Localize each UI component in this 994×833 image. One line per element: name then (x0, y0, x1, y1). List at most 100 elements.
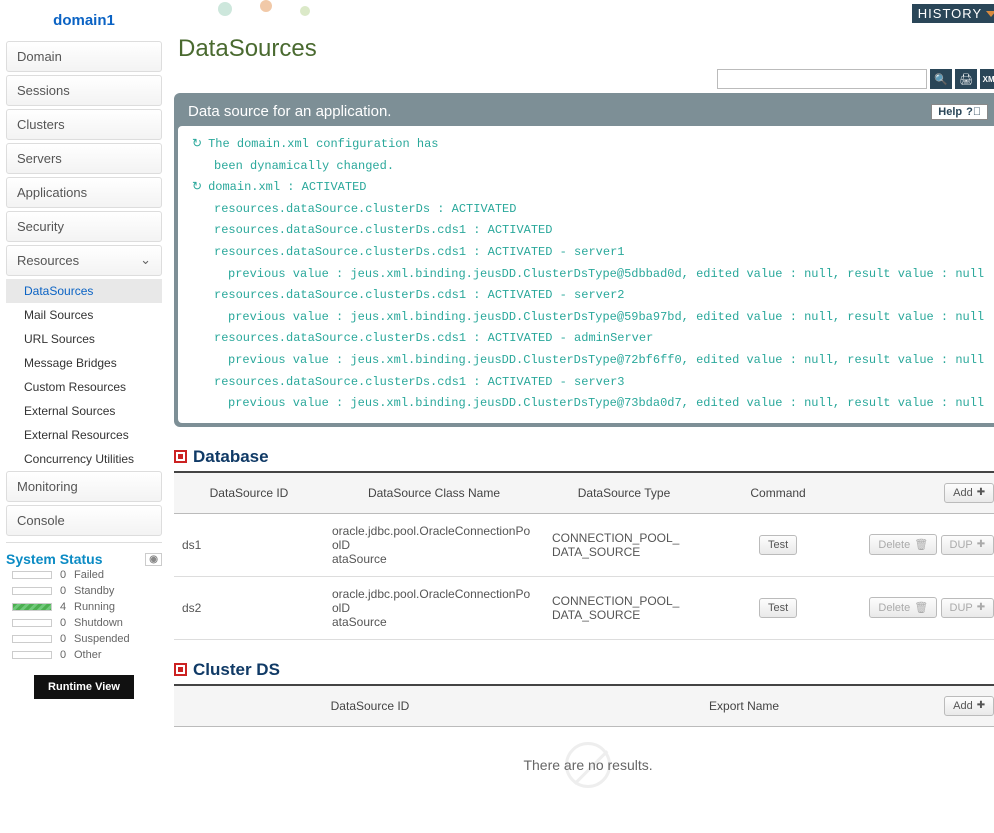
delete-icon: 🗑 (914, 601, 928, 614)
nav-sessions[interactable]: Sessions (6, 75, 162, 106)
cell-id[interactable]: ds1 (174, 513, 324, 576)
add-button[interactable]: Add✚ (944, 696, 994, 716)
cell-type: CONNECTION_POOL_DATA_SOURCE (544, 513, 704, 576)
search-icon[interactable]: 🔍 (930, 69, 952, 89)
print-icon[interactable]: 🖨 (955, 69, 977, 89)
col-header: Command (704, 473, 852, 514)
nav-console[interactable]: Console (6, 505, 162, 536)
dup-button[interactable]: DUP ✚ (941, 535, 994, 555)
status-count: 0 (60, 617, 74, 629)
clusterds-table: DataSource ID Export Name Add✚ (174, 686, 994, 727)
database-section: Database DataSource IDDataSource Class N… (174, 443, 994, 640)
search-input[interactable] (717, 69, 927, 89)
status-bar-icon (12, 603, 52, 611)
status-failed: 0Failed (6, 567, 162, 583)
status-bar-icon (12, 619, 52, 627)
test-button[interactable]: Test (759, 535, 797, 555)
test-button[interactable]: Test (759, 598, 797, 618)
status-bar-icon (12, 651, 52, 659)
help-label: Help (938, 106, 962, 118)
subnav-datasources[interactable]: DataSources (6, 279, 162, 303)
page-title: DataSources (174, 27, 994, 69)
nav-clusters[interactable]: Clusters (6, 109, 162, 140)
nav-servers[interactable]: Servers (6, 143, 162, 174)
log-line: previous value : jeus.xml.binding.jeusDD… (192, 393, 984, 415)
clusterds-section: Cluster DS DataSource ID Export Name Add… (174, 656, 994, 803)
add-label: Add (953, 487, 973, 499)
database-table: DataSource IDDataSource Class NameDataSo… (174, 473, 994, 640)
refresh-icon: ↻ (192, 180, 202, 194)
status-other: 0Other (6, 647, 162, 663)
section-icon (174, 450, 187, 463)
add-button[interactable]: Add✚ (944, 483, 994, 503)
subnav-external-sources[interactable]: External Sources (6, 399, 162, 423)
info-panel: Data source for an application. Help?⃝ ↻… (174, 93, 994, 427)
col-export-name: Export Name (566, 686, 922, 727)
sidebar: domain1 DomainSessionsClustersServersApp… (0, 0, 168, 833)
log-line: resources.dataSource.clusterDs.cds1 : AC… (192, 242, 984, 264)
status-toggle-icon[interactable]: ◉ (145, 553, 162, 566)
log-line: resources.dataSource.clusterDs : ACTIVAT… (192, 199, 984, 221)
plus-icon: ✚ (977, 539, 985, 550)
history-button[interactable]: HISTORY (912, 4, 994, 23)
help-button[interactable]: Help?⃝ (931, 104, 988, 120)
subnav-external-resources[interactable]: External Resources (6, 423, 162, 447)
delete-button[interactable]: Delete 🗑 (869, 597, 937, 618)
clusterds-title: Cluster DS (193, 660, 280, 680)
cell-class: oracle.jdbc.pool.OracleConnectionPoolDat… (324, 513, 544, 576)
section-icon (174, 663, 187, 676)
status-label: Suspended (74, 633, 130, 645)
status-suspended: 0Suspended (6, 631, 162, 647)
table-row: ds1oracle.jdbc.pool.OracleConnectionPool… (174, 513, 994, 576)
dup-button[interactable]: DUP ✚ (941, 598, 994, 618)
nav-resources[interactable]: Resources (6, 245, 162, 276)
log-line: previous value : jeus.xml.binding.jeusDD… (192, 307, 984, 329)
log-line: ↻domain.xml : ACTIVATED (192, 177, 984, 199)
subnav-concurrency-utilities[interactable]: Concurrency Utilities (6, 447, 162, 471)
xml-icon[interactable]: XML (980, 69, 994, 89)
cell-id[interactable]: ds2 (174, 576, 324, 639)
runtime-view-button[interactable]: Runtime View (34, 675, 134, 699)
decorative-dots (218, 2, 338, 19)
log-line: been dynamically changed. (192, 156, 984, 178)
cell-command: Test (704, 576, 852, 639)
delete-button[interactable]: Delete 🗑 (869, 534, 937, 555)
domain-title[interactable]: domain1 (6, 4, 162, 41)
nav-monitoring[interactable]: Monitoring (6, 471, 162, 502)
status-bar-icon (12, 587, 52, 595)
delete-icon: 🗑 (914, 538, 928, 551)
subnav-custom-resources[interactable]: Custom Resources (6, 375, 162, 399)
nav-security[interactable]: Security (6, 211, 162, 242)
cell-class: oracle.jdbc.pool.OracleConnectionPoolDat… (324, 576, 544, 639)
system-status-header: System Status ◉ (6, 542, 162, 567)
nav-domain[interactable]: Domain (6, 41, 162, 72)
log-line: previous value : jeus.xml.binding.jeusDD… (192, 264, 984, 286)
panel-title: Data source for an application. (188, 103, 391, 120)
no-results: There are no results. (174, 727, 994, 803)
status-count: 0 (60, 569, 74, 581)
main-content: HISTORY DataSources 🔍 🖨 XML Data source … (168, 0, 994, 833)
subnav-url-sources[interactable]: URL Sources (6, 327, 162, 351)
status-bar-icon (12, 635, 52, 643)
status-label: Other (74, 649, 102, 661)
status-running: 4Running (6, 599, 162, 615)
log-line: resources.dataSource.clusterDs.cds1 : AC… (192, 285, 984, 307)
nav-applications[interactable]: Applications (6, 177, 162, 208)
status-shutdown: 0Shutdown (6, 615, 162, 631)
status-count: 0 (60, 649, 74, 661)
refresh-icon: ↻ (192, 137, 202, 151)
no-results-text: There are no results. (523, 757, 652, 773)
status-count: 0 (60, 633, 74, 645)
subnav-mail-sources[interactable]: Mail Sources (6, 303, 162, 327)
history-label: HISTORY (918, 6, 982, 21)
status-standby: 0Standby (6, 583, 162, 599)
log-line: previous value : jeus.xml.binding.jeusDD… (192, 350, 984, 372)
status-title: System Status (6, 551, 102, 567)
status-count: 4 (60, 601, 74, 613)
status-label: Failed (74, 569, 104, 581)
col-header: DataSource Type (544, 473, 704, 514)
status-bar-icon (12, 571, 52, 579)
subnav-message-bridges[interactable]: Message Bridges (6, 351, 162, 375)
log-line: ↻The domain.xml configuration has (192, 134, 984, 156)
cell-command: Test (704, 513, 852, 576)
